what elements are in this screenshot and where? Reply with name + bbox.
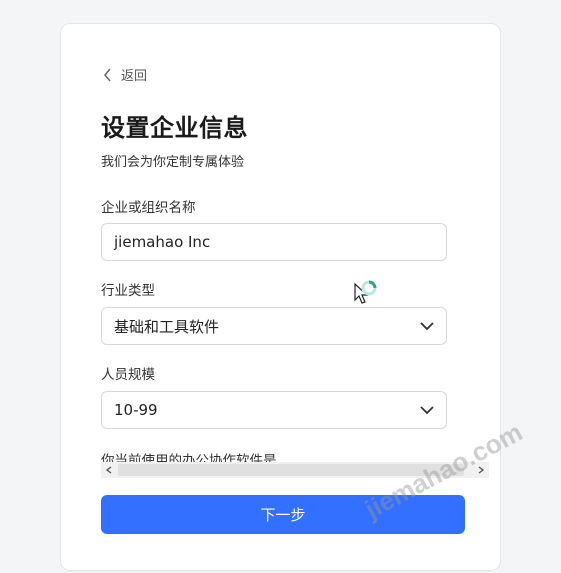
company-name-label: 企业或组织名称 (101, 200, 196, 216)
company-name-input[interactable]: jiemahao Inc (101, 223, 447, 261)
form-scroll-area[interactable]: 企业或组织名称 jiemahao Inc 行业类型 基础和工具软件 人员规模 1… (101, 194, 489, 462)
chevron-left-icon (103, 68, 113, 82)
staff-size-select[interactable]: 10-99 (101, 391, 447, 429)
page-title: 设置企业信息 (101, 114, 248, 142)
back-label: 返回 (121, 69, 148, 84)
industry-select[interactable]: 基础和工具软件 (101, 307, 447, 345)
industry-value: 基础和工具软件 (114, 317, 220, 336)
back-link[interactable]: 返回 (103, 65, 147, 84)
page-subtitle: 我们会为你定制专属体验 (101, 155, 245, 170)
industry-label: 行业类型 (101, 283, 155, 299)
busy-cursor-icon (353, 280, 379, 310)
chevron-down-icon (420, 405, 434, 415)
office-software-label: 你当前使用的办公协作软件是 (101, 453, 277, 462)
scroll-left-icon[interactable] (101, 462, 117, 478)
staff-size-label: 人员规模 (101, 367, 155, 383)
staff-size-value: 10-99 (114, 401, 158, 419)
company-name-value: jiemahao Inc (114, 233, 211, 251)
chevron-down-icon (420, 321, 434, 331)
